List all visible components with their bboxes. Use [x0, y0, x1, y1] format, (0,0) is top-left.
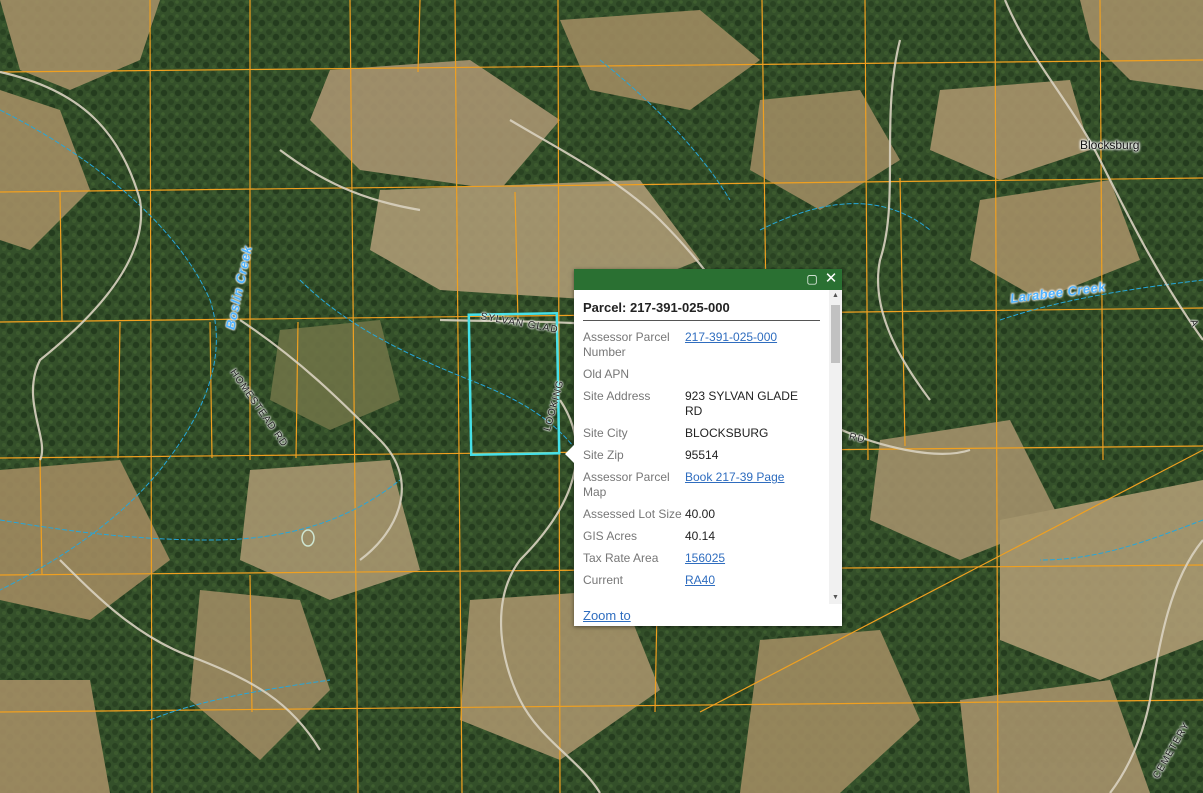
attribute-value: Book 217-39 Page [685, 470, 818, 507]
attribute-value: 40.00 [685, 507, 716, 521]
parcel-popup: ▢ ✕ Parcel: 217-391-025-000 Assessor Par… [565, 269, 842, 626]
maximize-icon[interactable]: ▢ [804, 271, 820, 287]
attribute-key: Site City [583, 426, 628, 440]
attribute-row: Tax Rate Area 156025 [583, 551, 818, 573]
attribute-value [685, 367, 818, 389]
scroll-up-icon[interactable]: ▲ [829, 290, 842, 302]
title-divider [583, 320, 820, 321]
attribute-value: 40.14 [685, 529, 716, 543]
attribute-value: 156025 [685, 551, 818, 573]
attribute-row: GIS Acres 40.14 [583, 529, 818, 551]
attribute-key: GIS Acres [583, 529, 638, 543]
attribute-value-link[interactable]: RA40 [685, 573, 715, 587]
attribute-row: Assessor Parcel Map Book 217-39 Page [583, 470, 818, 507]
attribute-row: Assessed Lot Size 40.00 [583, 507, 818, 529]
attribute-key: Assessed Lot Size [583, 507, 682, 521]
popup-title: Parcel: 217-391-025-000 [583, 300, 730, 315]
attribute-row: Old APN [583, 367, 818, 389]
attribute-value: 923 SYLVAN GLADE RD [685, 389, 798, 418]
popup-scrollbar[interactable]: ▲ ▼ [829, 290, 842, 604]
attribute-value: BLOCKSBURG [685, 426, 769, 440]
attribute-value: 95514 [685, 448, 719, 462]
attribute-row: Current RA40 [583, 573, 818, 595]
attribute-key: Current [583, 573, 624, 587]
town-label-blocksburg: Blocksburg [1080, 138, 1140, 152]
attribute-value-link[interactable]: 217-391-025-000 [685, 330, 777, 344]
scroll-down-icon[interactable]: ▼ [829, 592, 842, 604]
attribute-key: Site Zip [583, 448, 624, 462]
close-icon[interactable]: ✕ [823, 271, 839, 287]
attribute-value: 217-391-025-000 [685, 330, 818, 367]
attribute-key: Old APN [583, 367, 630, 381]
popup-header: ▢ ✕ [574, 269, 842, 290]
attribute-table: Assessor Parcel Number 217-391-025-000 Old… [583, 330, 818, 595]
attribute-value: RA40 [685, 573, 818, 595]
attribute-value-link[interactable]: Book 217-39 Page [685, 470, 784, 484]
attribute-value-link[interactable]: 156025 [685, 551, 725, 565]
popup-content[interactable]: Parcel: 217-391-025-000 Assessor Parcel … [574, 290, 842, 604]
attribute-key: Assessor Parcel Number [583, 330, 670, 359]
popup-footer: Zoom to [583, 608, 631, 623]
attribute-row: Site City BLOCKSBURG [583, 426, 818, 448]
attribute-key: Tax Rate Area [583, 551, 659, 565]
attribute-row: Assessor Parcel Number 217-391-025-000 [583, 330, 818, 367]
attribute-key: Site Address [583, 389, 651, 403]
zoom-to-link[interactable]: Zoom to [583, 608, 631, 623]
attribute-key: Assessor Parcel Map [583, 470, 670, 499]
attribute-row: Site Zip 95514 [583, 448, 818, 470]
attribute-row: Site Address 923 SYLVAN GLADE RD [583, 389, 818, 426]
popup-pointer [565, 445, 574, 463]
scroll-thumb[interactable] [831, 305, 840, 363]
